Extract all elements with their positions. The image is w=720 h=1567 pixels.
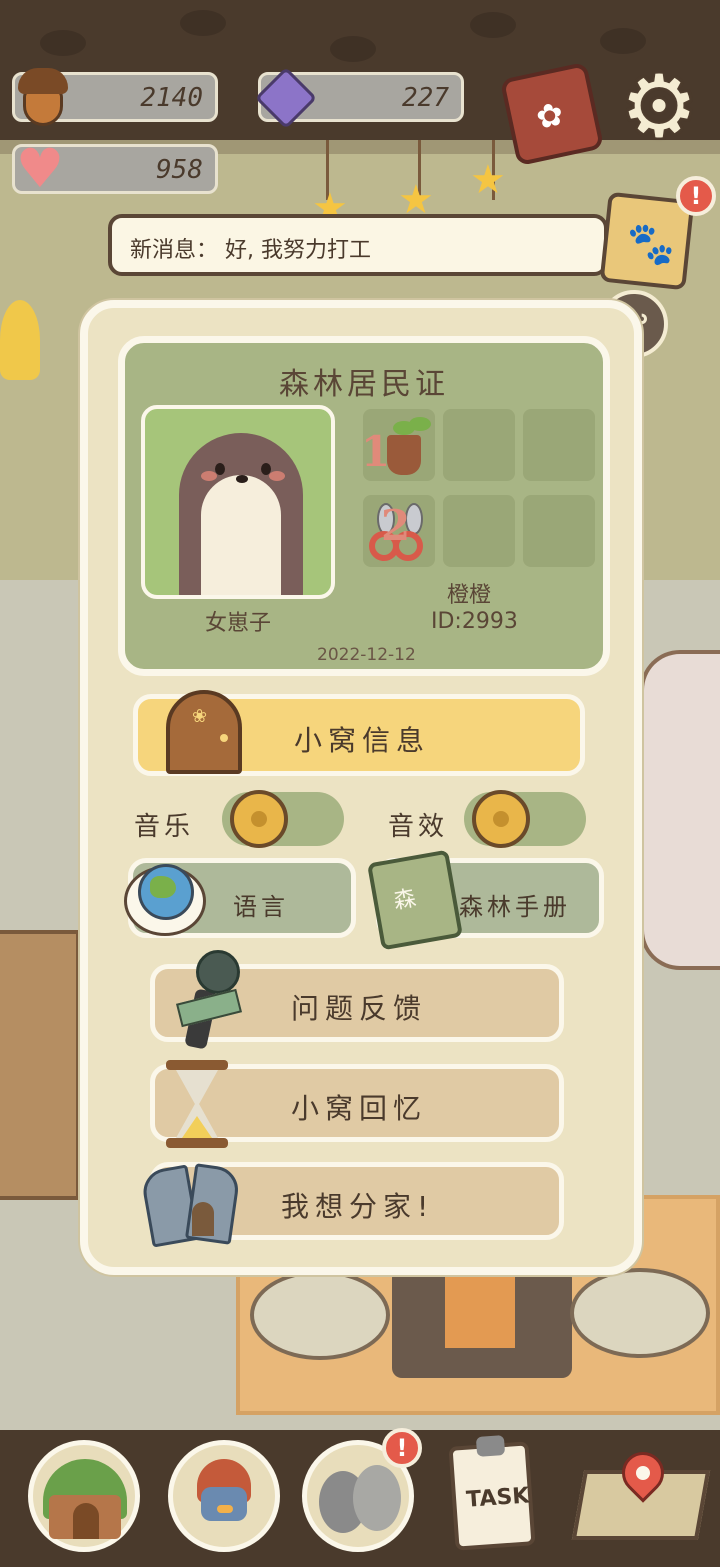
alert-badge: ! — [676, 176, 716, 216]
toggle-knob — [472, 790, 530, 848]
user-id: ID:2993 — [431, 609, 518, 634]
character-nav-button[interactable] — [168, 1440, 280, 1552]
heart-count: 958 — [156, 155, 203, 185]
owner-name: 橙橙 — [447, 583, 492, 608]
music-toggle[interactable] — [222, 790, 344, 848]
badge-level-2[interactable]: 2 — [381, 501, 410, 550]
cushion-stool — [250, 1270, 390, 1360]
otter-cheek — [201, 471, 217, 481]
otter-belly — [201, 475, 281, 595]
leaf-icon — [409, 417, 431, 431]
flower-plant — [0, 300, 40, 380]
toggle-knob — [230, 790, 288, 848]
forest-manual-label: 森林手册 — [459, 893, 571, 921]
microphone-icon — [176, 950, 244, 1050]
registration-date: 2022-12-12 — [317, 645, 416, 665]
resident-id-card: 森林居民证 1 2 女崽子 橙橙 ID:2993 2022-12-12 — [118, 336, 610, 676]
otter-cheek — [269, 471, 285, 481]
penguin-bill — [217, 1505, 233, 1513]
task-button[interactable]: TASK — [448, 1435, 536, 1551]
hourglass-icon — [160, 1060, 234, 1150]
move-out-label: 我想分家! — [281, 1190, 435, 1223]
journal-button[interactable]: ✿ — [499, 61, 605, 167]
message-bar[interactable]: 新消息： 好, 我努力打工 — [108, 214, 608, 276]
plant-pot-badge-icon — [387, 435, 421, 475]
house-door — [73, 1503, 99, 1539]
wooden-shelf — [0, 930, 80, 1200]
sfx-label: 音效 — [388, 812, 449, 842]
home-nav-button[interactable] — [28, 1440, 140, 1552]
paw-icon: 🐾 — [623, 218, 678, 270]
gem-icon — [254, 66, 318, 130]
badge-slot — [443, 495, 515, 567]
background-character — [640, 650, 720, 970]
resident-nickname: 女崽子 — [205, 611, 272, 636]
egg-shape — [353, 1465, 401, 1531]
broken-house-icon — [139, 1158, 242, 1254]
task-clipboard-icon — [475, 1435, 506, 1457]
sfx-toggle[interactable] — [464, 790, 586, 848]
door-icon: ❀ — [166, 690, 242, 774]
task-label: TASK — [465, 1483, 531, 1513]
feedback-label: 问题反馈 — [291, 992, 428, 1025]
manual-cover-text: 森 — [391, 886, 418, 915]
cushion-stool — [570, 1268, 710, 1358]
star-decoration-icon: ★ — [470, 157, 506, 203]
otter-nose — [236, 475, 248, 483]
id-card-title: 森林居民证 — [279, 367, 449, 402]
badge-slot — [523, 409, 595, 481]
nest-info-label: 小窝信息 — [294, 724, 431, 757]
gear-icon[interactable]: ⚙ — [618, 64, 700, 150]
nest-memories-label: 小窝回忆 — [291, 1092, 428, 1125]
language-label: 语言 — [233, 893, 289, 921]
acorn-count: 2140 — [140, 83, 203, 113]
book-icon: ✿ — [532, 94, 567, 137]
message-text: 新消息： 好, 我努力打工 — [130, 238, 371, 263]
penguin-face — [201, 1487, 247, 1521]
acorn-icon — [14, 68, 72, 128]
heart-icon: ♥ — [15, 137, 65, 200]
otter-eye — [215, 463, 225, 475]
gem-count: 227 — [402, 83, 449, 113]
bench-cloth — [445, 1268, 515, 1348]
avatar[interactable] — [141, 405, 335, 599]
badge-level-1[interactable]: 1 — [361, 427, 390, 476]
globe-icon — [124, 860, 208, 940]
manual-book-icon: 森 — [366, 849, 464, 951]
music-label: 音乐 — [134, 812, 195, 842]
badge-slot — [523, 495, 595, 567]
badge-slot — [443, 409, 515, 481]
eggs-alert-badge: ! — [382, 1428, 422, 1468]
